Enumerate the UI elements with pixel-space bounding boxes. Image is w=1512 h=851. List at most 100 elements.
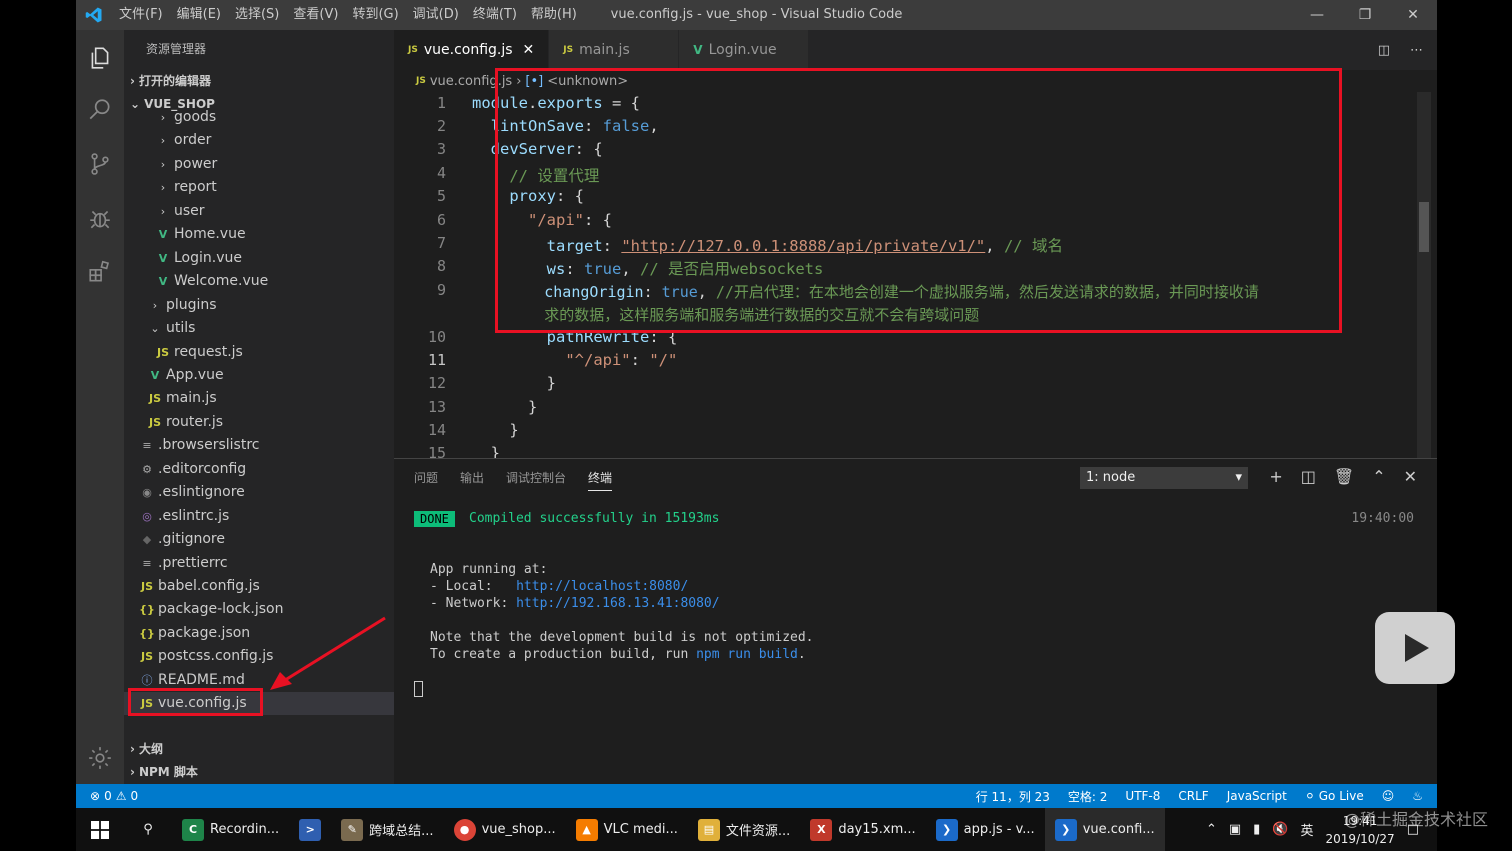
taskbar-search-icon[interactable]: ⚲ [124, 808, 172, 851]
close-panel-icon[interactable]: ✕ [1404, 467, 1417, 486]
line-ending[interactable]: CRLF [1178, 789, 1208, 803]
bell-icon[interactable]: ♨ [1412, 789, 1423, 803]
local-url-link[interactable]: http://localhost:8080/ [516, 579, 688, 594]
split-editor-icon[interactable]: ◫ [1378, 43, 1390, 58]
menu-help[interactable]: 帮助(H) [524, 0, 584, 30]
js-file-icon: JS [408, 45, 418, 55]
error-icon[interactable]: ⊗ [90, 789, 100, 803]
debug-icon[interactable] [76, 194, 124, 242]
split-terminal-icon[interactable]: ◫ [1301, 467, 1316, 486]
taskbar-app-xmind[interactable]: Xday15.xm... [800, 808, 925, 851]
warning-icon[interactable]: ⚠ [116, 789, 127, 803]
close-icon[interactable]: ✕ [523, 42, 535, 58]
tab-output[interactable]: 输出 [460, 469, 484, 491]
warning-count[interactable]: 0 [130, 789, 138, 803]
outline-section[interactable]: › 大纲 [124, 738, 394, 760]
taskbar-app-vlc[interactable]: ▲ VLC medi... [566, 808, 688, 851]
tab-problems[interactable]: 问题 [414, 469, 438, 491]
windows-start-icon[interactable] [76, 808, 124, 851]
line-number: 12 [427, 374, 446, 392]
trash-icon[interactable]: 🗑 [1334, 467, 1354, 486]
tree-item[interactable]: › user [124, 200, 394, 223]
tab-main-js[interactable]: JS main.js [549, 30, 680, 70]
taskbar-app-vscode-2[interactable]: ❯ vue.confi... [1044, 808, 1165, 851]
tree-item[interactable]: ◆ .gitignore [124, 528, 394, 551]
settings-gear-icon[interactable] [76, 734, 124, 782]
extensions-icon[interactable] [76, 248, 124, 296]
tree-item[interactable]: ⌄ utils [124, 317, 394, 340]
taskbar-app-recording[interactable]: C Recordin... [172, 808, 289, 851]
tree-item[interactable]: ≡ .prettierrc [124, 552, 394, 575]
tree-item[interactable]: › plugins [124, 294, 394, 317]
video-play-icon[interactable] [1375, 612, 1455, 684]
line-number: 5 [436, 187, 446, 205]
tree-item[interactable]: › goods [124, 106, 394, 129]
line-number: 15 [427, 444, 446, 458]
tree-item[interactable]: V Login.vue [124, 247, 394, 270]
terminal-select[interactable]: 1: node ▾ [1080, 467, 1248, 489]
menu-selection[interactable]: 选择(S) [228, 0, 286, 30]
taskbar-app-chrome[interactable]: ● vue_shop... [444, 808, 566, 851]
network-icon[interactable]: ▣ [1229, 822, 1241, 837]
tree-item[interactable]: V Home.vue [124, 223, 394, 246]
tree-item[interactable]: ⚙ .editorconfig [124, 458, 394, 481]
menu-view[interactable]: 查看(V) [286, 0, 345, 30]
compile-time: 19:40:00 [1351, 511, 1414, 526]
close-window-button[interactable]: ✕ [1389, 0, 1437, 30]
volume-muted-icon[interactable]: 🔇 [1272, 822, 1288, 837]
tree-item[interactable]: ≡ .browserslistrc [124, 434, 394, 457]
add-terminal-icon[interactable]: + [1269, 467, 1282, 486]
chevron-up-icon[interactable]: ⌃ [1206, 822, 1217, 837]
more-actions-icon[interactable]: ⋯ [1410, 43, 1423, 58]
tab-terminal[interactable]: 终端 [588, 469, 613, 491]
tab-label: Login.vue [708, 42, 777, 58]
tree-item[interactable]: ◎ .eslintrc.js [124, 505, 394, 528]
tree-item[interactable]: › order [124, 129, 394, 152]
cursor-position[interactable]: 行 11，列 23 [976, 788, 1050, 805]
encoding[interactable]: UTF-8 [1125, 789, 1160, 803]
menu-debug[interactable]: 调试(D) [406, 0, 466, 30]
search-icon[interactable] [76, 86, 124, 134]
editor-scrollbar[interactable] [1417, 92, 1431, 458]
indentation[interactable]: 空格: 2 [1068, 788, 1108, 805]
taskbar-app-vscode-1[interactable]: ❯ app.js - v... [926, 808, 1045, 851]
js-file-icon: JS [140, 580, 153, 593]
restore-button[interactable]: ❐ [1341, 0, 1389, 30]
go-live-button[interactable]: ⚪ Go Live [1305, 789, 1364, 803]
explorer-icon[interactable] [76, 34, 124, 82]
taskbar-app-explorer[interactable]: ▤ 文件资源... [688, 808, 800, 851]
npm-scripts-section[interactable]: › NPM 脚本 [124, 761, 394, 783]
tab-debug-console[interactable]: 调试控制台 [506, 469, 566, 491]
terminal-output[interactable]: DONE Compiled successfully in 15193ms 19… [414, 511, 1424, 771]
menu-go[interactable]: 转到(G) [345, 0, 405, 30]
menu-edit[interactable]: 编辑(E) [170, 0, 228, 30]
tree-item[interactable]: ◉ .eslintignore [124, 481, 394, 504]
highlight-annotation-box [495, 68, 1342, 333]
tree-item[interactable]: JS request.js [124, 341, 394, 364]
tree-item[interactable]: JS router.js [124, 411, 394, 434]
network-url-link[interactable]: http://192.168.13.41:8080/ [516, 596, 720, 611]
language-mode[interactable]: JavaScript [1227, 789, 1287, 803]
error-count[interactable]: 0 [104, 789, 112, 803]
ime-indicator[interactable]: 英 [1301, 820, 1314, 839]
tree-item[interactable]: V App.vue [124, 364, 394, 387]
taskbar-app-notes[interactable]: ✎ 跨域总结... [331, 808, 443, 851]
tree-item[interactable]: › report [124, 176, 394, 199]
minimize-button[interactable]: — [1293, 0, 1341, 30]
scrollbar-thumb[interactable] [1419, 202, 1429, 252]
tree-item[interactable]: › power [124, 153, 394, 176]
battery-icon[interactable]: ▮ [1253, 822, 1260, 837]
feedback-smiley-icon[interactable]: ☺ [1382, 789, 1395, 803]
tree-item[interactable]: V Welcome.vue [124, 270, 394, 293]
code-line-14: } [472, 421, 519, 439]
taskbar-app-powershell[interactable]: > [289, 808, 331, 851]
line-number: 10 [427, 328, 446, 346]
menu-terminal[interactable]: 终端(T) [466, 0, 524, 30]
tree-item[interactable]: JS main.js [124, 387, 394, 410]
tab-login-vue[interactable]: V Login.vue [679, 30, 810, 70]
source-control-icon[interactable] [76, 140, 124, 188]
tree-item[interactable]: JS babel.config.js [124, 575, 394, 598]
tab-vue-config[interactable]: JS vue.config.js ✕ [394, 30, 550, 70]
menu-file[interactable]: 文件(F) [112, 0, 170, 30]
maximize-panel-icon[interactable]: ⌃ [1372, 467, 1385, 486]
